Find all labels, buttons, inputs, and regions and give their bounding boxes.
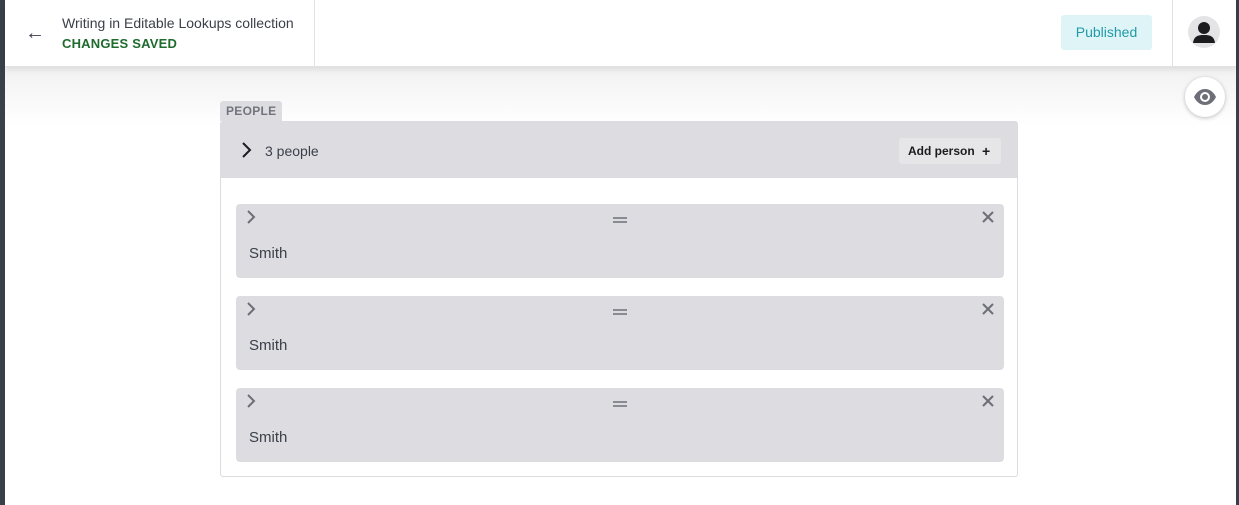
eye-icon xyxy=(1194,89,1216,105)
save-status: CHANGES SAVED xyxy=(62,36,178,51)
item-name: Smith xyxy=(249,429,288,446)
title-block: Writing in Editable Lookups collection C… xyxy=(62,14,294,53)
topbar-divider xyxy=(314,0,315,66)
topbar-divider-right xyxy=(1172,0,1173,66)
list-header: 3 people Add person + xyxy=(221,122,1017,178)
browser-frame: ← Writing in Editable Lookups collection… xyxy=(0,0,1239,505)
chevron-right-icon[interactable] xyxy=(244,210,258,224)
chevron-right-icon[interactable] xyxy=(244,302,258,316)
item-name: Smith xyxy=(249,337,288,354)
close-icon[interactable] xyxy=(981,394,995,408)
chevron-right-icon[interactable] xyxy=(239,140,255,160)
drag-handle-icon[interactable] xyxy=(612,304,628,315)
back-arrow-icon[interactable]: ← xyxy=(21,20,49,46)
top-bar: ← Writing in Editable Lookups collection… xyxy=(5,0,1236,67)
chevron-right-icon[interactable] xyxy=(244,394,258,408)
list-item[interactable]: Smith xyxy=(236,204,1004,278)
plus-icon: + xyxy=(982,143,991,159)
close-icon[interactable] xyxy=(981,210,995,224)
add-person-button[interactable]: Add person + xyxy=(899,138,1001,164)
user-icon xyxy=(1193,22,1215,43)
item-name: Smith xyxy=(249,245,288,262)
list-item[interactable]: Smith xyxy=(236,296,1004,370)
drag-handle-icon[interactable] xyxy=(612,212,628,223)
page-title: Writing in Editable Lookups collection xyxy=(62,15,294,31)
field-label: PEOPLE xyxy=(220,101,283,121)
people-list-panel: 3 people Add person + Smith Smith Smith xyxy=(220,121,1018,477)
app-window: ← Writing in Editable Lookups collection… xyxy=(5,0,1236,505)
avatar[interactable] xyxy=(1188,16,1220,48)
add-person-label: Add person xyxy=(908,144,975,158)
preview-button[interactable] xyxy=(1185,77,1225,117)
status-badge: Published xyxy=(1061,15,1152,50)
close-icon[interactable] xyxy=(981,302,995,316)
list-item[interactable]: Smith xyxy=(236,388,1004,462)
drag-handle-icon[interactable] xyxy=(612,396,628,407)
item-count-label: 3 people xyxy=(265,143,319,159)
editor-main: PEOPLE 3 people Add person + Smith Smith… xyxy=(5,66,1236,505)
